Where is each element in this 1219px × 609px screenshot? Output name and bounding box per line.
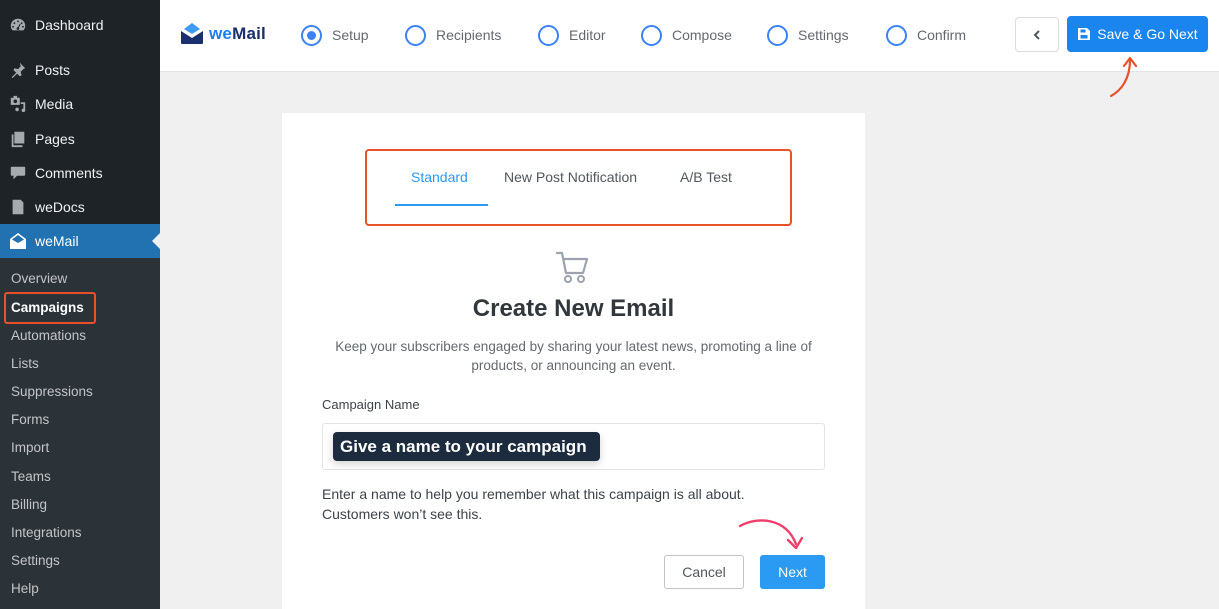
submenu-item-help[interactable]: Help (11, 579, 39, 599)
submenu-item-overview[interactable]: Overview (11, 269, 67, 289)
create-email-card: Standard New Post Notification A/B Test … (282, 113, 865, 609)
step-label: Settings (798, 27, 849, 43)
sidebar-item-label: Comments (35, 165, 103, 181)
step-label: Compose (672, 27, 732, 43)
sidebar-item-label: Pages (35, 131, 75, 147)
comment-icon (8, 163, 28, 183)
sidebar-item-pages[interactable]: Pages (0, 122, 160, 156)
submenu-item-billing[interactable]: Billing (11, 495, 47, 515)
step-radio (405, 24, 426, 46)
tab-new-post-notification[interactable]: New Post Notification (504, 169, 637, 185)
sidebar-item-label: Posts (35, 62, 71, 78)
submenu-item-forms[interactable]: Forms (11, 410, 49, 430)
document-icon (8, 197, 28, 217)
wemail-logo: weMail (180, 22, 266, 46)
submenu-item-lists[interactable]: Lists (11, 354, 39, 374)
campaign-name-label: Campaign Name (322, 397, 420, 412)
save-icon (1078, 28, 1091, 40)
page-description: Keep your subscribers engaged by sharing… (335, 339, 812, 373)
sidebar-item-label: Media (35, 96, 74, 112)
step-label: Recipients (436, 27, 502, 43)
step-confirm[interactable]: Confirm (886, 24, 966, 46)
pages-icon (8, 129, 28, 149)
admin-sidebar: Dashboard Posts Media Pages Comments weD… (0, 0, 160, 609)
shopping-cart-icon (555, 251, 589, 283)
step-settings[interactable]: Settings (767, 24, 849, 46)
page-title: Create New Email (472, 295, 675, 322)
step-label: Setup (332, 27, 369, 43)
current-menu-arrow (152, 233, 160, 249)
dashboard-icon (8, 15, 28, 35)
campaign-name-tooltip: Give a name to your campaign (333, 432, 600, 461)
wemail-logo-text: weMail (209, 24, 266, 43)
media-icon (8, 94, 28, 114)
campaign-name-input[interactable]: Give a name to your campaign (322, 423, 825, 470)
sidebar-item-dashboard[interactable]: Dashboard (0, 8, 160, 42)
sidebar-item-label: Dashboard (35, 17, 104, 33)
sidebar-item-label: weMail (35, 233, 79, 249)
help-text-line: Customers won’t see this. (322, 506, 483, 522)
step-compose[interactable]: Compose (641, 24, 732, 46)
back-button[interactable] (1015, 17, 1059, 52)
step-radio-selected (301, 24, 322, 46)
campaign-name-help: Enter a name to help you remember what t… (322, 484, 832, 524)
cancel-button[interactable]: Cancel (664, 555, 744, 589)
wizard-header: weMail Setup Recipients Editor Compose S… (160, 0, 1219, 72)
campaigns-highlight-box (4, 292, 96, 324)
next-button[interactable]: Next (760, 555, 825, 589)
wemail-logo-icon (181, 23, 203, 44)
step-radio (767, 24, 788, 46)
sidebar-item-label: weDocs (35, 199, 85, 215)
step-label: Confirm (917, 27, 967, 43)
save-go-next-label: Save & Go Next (1097, 26, 1198, 42)
sidebar-item-posts[interactable]: Posts (0, 53, 160, 87)
envelope-icon (8, 231, 28, 251)
step-setup[interactable]: Setup (301, 24, 369, 46)
campaign-type-highlight-box (365, 149, 792, 226)
submenu-item-suppressions[interactable]: Suppressions (11, 382, 93, 402)
submenu-item-automations[interactable]: Automations (11, 326, 86, 346)
step-recipients[interactable]: Recipients (405, 24, 501, 46)
submenu-item-import[interactable]: Import (11, 438, 49, 458)
pin-icon (8, 60, 28, 80)
submenu-item-integrations[interactable]: Integrations (11, 523, 82, 543)
step-editor[interactable]: Editor (538, 24, 606, 46)
tab-ab-test[interactable]: A/B Test (680, 169, 732, 185)
step-radio (886, 24, 907, 46)
sidebar-item-wemail[interactable]: weMail (0, 224, 160, 258)
sidebar-item-wedocs[interactable]: weDocs (0, 190, 160, 224)
help-text-line: Enter a name to help you remember what t… (322, 486, 745, 502)
chevron-left-icon (1033, 29, 1040, 40)
step-radio (641, 24, 662, 46)
submenu-item-settings[interactable]: Settings (11, 551, 60, 571)
tab-standard[interactable]: Standard (411, 169, 468, 185)
step-label: Editor (569, 27, 606, 43)
step-radio (538, 24, 559, 46)
sidebar-item-media[interactable]: Media (0, 87, 160, 121)
submenu-item-teams[interactable]: Teams (11, 467, 51, 487)
sidebar-item-comments[interactable]: Comments (0, 156, 160, 190)
save-go-next-button[interactable]: Save & Go Next (1067, 16, 1208, 52)
active-tab-indicator (395, 204, 488, 206)
